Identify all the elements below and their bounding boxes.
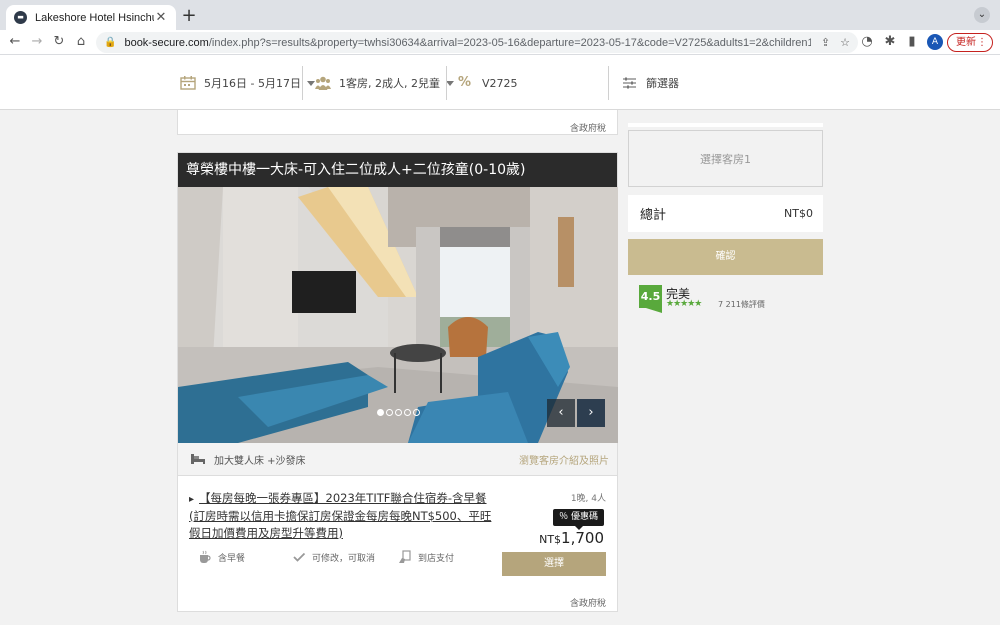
share-icon[interactable]: ⇪	[821, 36, 830, 49]
selected-room-slot: 選擇客房1	[628, 130, 823, 187]
url-path: /index.php?s=results&property=twhsi30634…	[208, 36, 811, 49]
search-filter-bar: 5月16日 - 5月17日 1客房, 2成人, 2兒童 % V2725 篩選器	[0, 55, 1000, 110]
filter-label: 篩選器	[646, 77, 679, 90]
summary-top-strip	[628, 123, 823, 127]
promo-code-field[interactable]: % V2725	[458, 66, 518, 100]
rating-score-badge: 4.5	[639, 285, 662, 313]
side-panel-icon[interactable]: ▮	[903, 33, 921, 51]
pay-hand-icon	[399, 550, 411, 563]
forward-arrow-icon[interactable]: →	[28, 33, 46, 51]
feature-breakfast: 含早餐	[198, 550, 245, 564]
feature-label: 含早餐	[218, 553, 246, 564]
reload-icon[interactable]: ↻	[50, 33, 68, 51]
percent-icon: %	[458, 75, 472, 90]
url-text[interactable]: book-secure.com/index.php?s=results&prop…	[124, 37, 810, 49]
calendar-icon	[180, 76, 196, 90]
new-tab-button[interactable]: +	[180, 6, 198, 26]
rate-price: NT$1,700	[539, 529, 604, 547]
bed-icon	[191, 454, 205, 464]
feature-label: 可修改，可取消	[312, 553, 376, 564]
lock-icon[interactable]: 🔒	[104, 37, 116, 48]
coffee-cup-icon	[200, 550, 211, 563]
back-arrow-icon[interactable]: ←	[6, 33, 24, 51]
select-rate-button[interactable]: 選擇	[502, 552, 606, 576]
profile-avatar[interactable]: A	[927, 34, 943, 50]
date-range-text: 5月16日 - 5月17日	[204, 77, 301, 90]
room-title: 尊榮樓中樓一大床-可入住二位成人+二位孩童(0-10歲)	[178, 153, 617, 187]
review-rating[interactable]: 4.5 完美 ★★★★★ 7 211條評價	[639, 285, 819, 315]
guests-text: 1客房, 2成人, 2兒童	[339, 77, 440, 90]
room-details-link[interactable]: 瀏覽客房介紹及照片	[519, 452, 609, 467]
people-icon	[315, 76, 331, 90]
rate-plan: 【每房每晚一張券專區】2023年TITF聯合住宿券-含早餐(訂房時需以信用卡擔保…	[178, 476, 617, 612]
carousel-dot[interactable]	[413, 409, 420, 416]
review-count: 7 211條評價	[718, 300, 765, 309]
filter-button[interactable]: 篩選器	[622, 66, 679, 100]
chevron-down-icon	[306, 80, 315, 86]
tax-included-note: 含政府稅	[569, 599, 606, 609]
total-amount: NT$0	[784, 207, 813, 220]
address-bar[interactable]: 🔒 book-secure.com/index.php?s=results&pr…	[96, 32, 858, 53]
extension-icon[interactable]: ◔	[858, 33, 876, 51]
bed-type-text: 加大雙人床 +沙發床	[214, 455, 306, 467]
feature-pay-at-hotel: 到店支付	[398, 550, 454, 564]
divider	[608, 66, 609, 100]
carousel-dot[interactable]	[404, 409, 411, 416]
guests-selector[interactable]: 1客房, 2成人, 2兒童	[315, 66, 454, 100]
divider	[302, 66, 303, 100]
checkmark-icon	[293, 552, 306, 562]
room-photo-carousel[interactable]: ‹ ›	[178, 187, 618, 443]
price-amount: 1,700	[561, 529, 604, 547]
browser-tab-strip: ▬ Lakeshore Hotel Hsinchu ✕ + ⌄	[0, 0, 1000, 30]
carousel-dot[interactable]	[395, 409, 402, 416]
tax-included-note: 含政府稅	[569, 124, 606, 134]
room-card: 尊榮樓中樓一大床-可入住二位成人+二位孩童(0-10歲) ‹ › 加大雙人床 +…	[177, 152, 618, 612]
feature-modifiable: 可修改，可取消	[292, 550, 375, 564]
date-selector[interactable]: 5月16日 - 5月17日	[180, 66, 315, 100]
total-label: 總計	[640, 208, 667, 223]
hotel-favicon-icon: ▬	[14, 11, 27, 24]
browser-toolbar: ← → ↻ ⌂ 🔒 book-secure.com/index.php?s=re…	[0, 30, 1000, 55]
bookmark-star-icon[interactable]: ☆	[840, 36, 850, 49]
carousel-dots[interactable]	[377, 409, 422, 416]
total-row: 總計 NT$0	[628, 195, 823, 232]
divider	[446, 66, 447, 100]
sliders-icon	[623, 77, 636, 89]
previous-rate-card: 含政府稅	[177, 110, 618, 135]
confirm-button[interactable]: 確認	[628, 239, 823, 275]
browser-tab[interactable]: ▬ Lakeshore Hotel Hsinchu ✕	[6, 5, 176, 30]
chevron-down-icon	[445, 80, 454, 86]
promo-code-text: V2725	[482, 76, 518, 90]
bed-info-row: 加大雙人床 +沙發床 瀏覽客房介紹及照片	[178, 443, 617, 476]
rate-plan-name[interactable]: 【每房每晚一張券專區】2023年TITF聯合住宿券-含早餐(訂房時需以信用卡擔保…	[189, 490, 499, 542]
carousel-dot[interactable]	[386, 409, 393, 416]
update-button[interactable]: 更新	[947, 33, 993, 52]
carousel-prev-button[interactable]: ‹	[547, 399, 575, 427]
puzzle-extensions-icon[interactable]: ✱	[881, 33, 899, 51]
feature-label: 到店支付	[418, 553, 455, 564]
close-tab-icon[interactable]: ✕	[154, 10, 168, 25]
promo-code-badge: ％ 優惠碼	[553, 509, 604, 530]
carousel-next-button[interactable]: ›	[577, 399, 605, 427]
carousel-dot[interactable]	[377, 409, 384, 416]
url-host: book-secure.com	[124, 36, 209, 49]
rating-stars-icon: ★★★★★	[666, 299, 702, 309]
home-icon[interactable]: ⌂	[72, 33, 90, 51]
tab-title: Lakeshore Hotel Hsinchu	[35, 11, 154, 24]
price-currency: NT$	[539, 533, 562, 546]
tab-search-chevron-icon[interactable]: ⌄	[974, 7, 990, 23]
rate-occupancy: 1晚, 4人	[570, 494, 606, 504]
